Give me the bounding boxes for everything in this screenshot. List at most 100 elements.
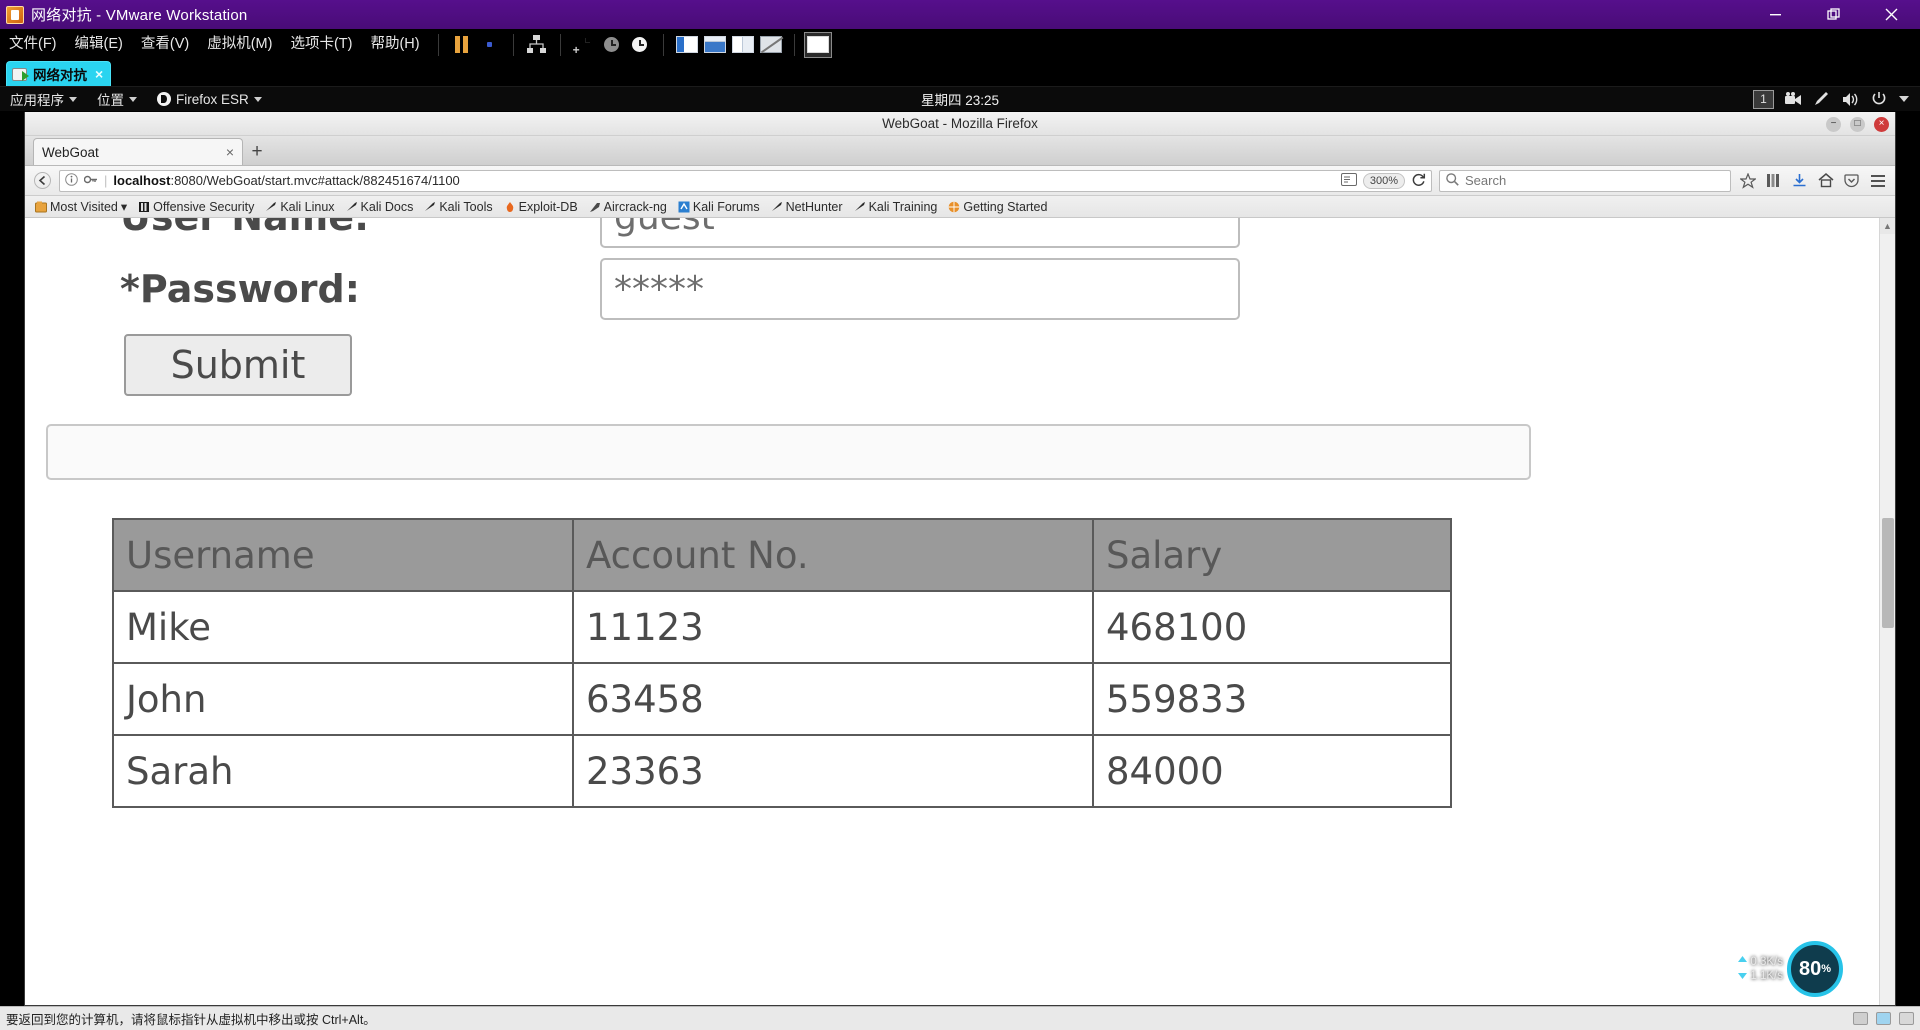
workspace-switcher[interactable]: 1 bbox=[1753, 89, 1774, 109]
close-icon[interactable]: × bbox=[95, 66, 103, 82]
downloads-icon[interactable] bbox=[1790, 171, 1809, 190]
restore-icon[interactable] bbox=[1804, 0, 1862, 29]
username-input[interactable]: guest bbox=[600, 218, 1240, 248]
menu-edit[interactable]: 编辑(E) bbox=[66, 29, 132, 60]
hamburger-menu-icon[interactable] bbox=[1868, 171, 1887, 190]
bookmark-exploit-db[interactable]: Exploit-DB bbox=[500, 197, 582, 217]
key-icon[interactable] bbox=[83, 173, 98, 189]
column-header-username: Username bbox=[112, 518, 574, 592]
submit-button[interactable]: Submit bbox=[124, 334, 352, 396]
usb-icon[interactable] bbox=[1899, 1012, 1914, 1025]
close-icon[interactable]: × bbox=[1874, 116, 1889, 132]
results-table: Username Account No. Salary Mike 11123 4… bbox=[112, 518, 1452, 808]
tab-webgoat[interactable]: WebGoat × bbox=[33, 138, 243, 165]
screen-recorder-icon[interactable] bbox=[1785, 92, 1803, 106]
bookmark-label: Kali Training bbox=[868, 199, 938, 214]
snapshot-take-icon[interactable]: + bbox=[570, 32, 598, 58]
snapshot-revert-icon[interactable] bbox=[598, 32, 626, 58]
password-row: *Password: ***** bbox=[120, 258, 1784, 320]
star-icon[interactable] bbox=[1738, 171, 1757, 190]
volume-icon[interactable] bbox=[1842, 92, 1860, 107]
bookmark-kali-tools[interactable]: Kali Tools bbox=[420, 197, 496, 217]
maximize-icon[interactable]: □ bbox=[1850, 116, 1865, 132]
home-icon[interactable] bbox=[1816, 171, 1835, 190]
url-bar[interactable]: | localhost:8080/WebGoat/start.mvc#attac… bbox=[59, 169, 1432, 192]
back-arrow-icon[interactable] bbox=[33, 171, 52, 190]
hard-disk-icon[interactable] bbox=[1853, 1012, 1868, 1025]
panel-clock[interactable]: 星期四 23:25 bbox=[921, 89, 999, 109]
settings-pen-icon[interactable] bbox=[1814, 91, 1831, 107]
chevron-down-icon bbox=[69, 96, 77, 102]
scroll-up-arrow-icon[interactable]: ▲ bbox=[1880, 218, 1895, 234]
upload-arrow-icon bbox=[1738, 955, 1748, 969]
applications-menu[interactable]: 应用程序 bbox=[0, 87, 87, 112]
search-icon bbox=[1446, 172, 1459, 189]
close-icon[interactable]: × bbox=[226, 144, 234, 160]
bookmark-kali-forums[interactable]: Kali Forums bbox=[674, 197, 764, 217]
pause-icon[interactable] bbox=[448, 32, 476, 58]
new-tab-button[interactable]: + bbox=[243, 138, 271, 165]
firefox-window-button[interactable]: Firefox ESR bbox=[147, 87, 272, 112]
username-row: User Name: guest bbox=[120, 218, 1784, 248]
cell-account-no: 23363 bbox=[572, 734, 1094, 808]
zoom-level-indicator[interactable]: 300% bbox=[1362, 172, 1405, 189]
vmware-menubar: 文件(F) 编辑(E) 查看(V) 虚拟机(M) 选项卡(T) 帮助(H) + bbox=[0, 29, 1920, 60]
webgoat-lesson-area: User Name: guest *Password: ***** Submit bbox=[25, 218, 1879, 1005]
reader-mode-icon[interactable] bbox=[1340, 172, 1357, 189]
table-row: Mike 11123 468100 bbox=[112, 590, 1452, 664]
bookmark-kali-docs[interactable]: Kali Docs bbox=[342, 197, 418, 217]
pocket-icon[interactable] bbox=[1842, 171, 1861, 190]
view-console-icon[interactable] bbox=[729, 32, 757, 58]
menu-vm[interactable]: 虚拟机(M) bbox=[198, 29, 281, 60]
network-adapter-icon[interactable] bbox=[1876, 1012, 1891, 1025]
menu-file[interactable]: 文件(F) bbox=[0, 29, 66, 60]
page-scrollbar-vertical[interactable]: ▲ bbox=[1879, 218, 1895, 1005]
bookmark-most-visited[interactable]: Most Visited ▾ bbox=[31, 197, 131, 217]
record-dot-icon[interactable] bbox=[476, 32, 504, 58]
scrollbar-thumb[interactable] bbox=[1882, 518, 1894, 628]
firefox-navbar: | localhost:8080/WebGoat/start.mvc#attac… bbox=[25, 166, 1895, 196]
network-editor-icon[interactable] bbox=[523, 32, 551, 58]
view-none-icon[interactable] bbox=[757, 32, 785, 58]
search-input[interactable]: Search bbox=[1439, 169, 1731, 192]
dragon-icon bbox=[771, 201, 783, 213]
bookmark-aircrack-ng[interactable]: Aircrack-ng bbox=[585, 197, 671, 217]
sql-injection-login-form: User Name: guest *Password: ***** Submit bbox=[46, 218, 1784, 878]
bookmark-getting-started[interactable]: Getting Started bbox=[944, 197, 1051, 217]
bookmark-kali-linux[interactable]: Kali Linux bbox=[261, 197, 338, 217]
vmware-app-icon bbox=[6, 5, 24, 24]
bookmarks-toolbar: Most Visited ▾ Offensive Security Kali L… bbox=[25, 196, 1895, 218]
column-header-salary: Salary bbox=[1092, 518, 1452, 592]
places-menu[interactable]: 位置 bbox=[87, 87, 147, 112]
close-icon[interactable] bbox=[1862, 0, 1920, 29]
minimize-icon[interactable] bbox=[1746, 0, 1804, 29]
password-input[interactable]: ***** bbox=[600, 258, 1240, 320]
chevron-down-icon[interactable] bbox=[1898, 95, 1910, 103]
minimize-icon[interactable]: − bbox=[1826, 116, 1841, 132]
vmware-statusbar: 要返回到您的计算机，请将鼠标指针从虚拟机中移出或按 Ctrl+Alt。 bbox=[0, 1006, 1920, 1030]
webgoat-lesson-content: User Name: guest *Password: ***** Submit bbox=[25, 218, 1879, 878]
vm-tab-network-confrontation[interactable]: 网络对抗 × bbox=[6, 61, 112, 86]
page-info-icon[interactable] bbox=[65, 172, 78, 189]
cell-username: Mike bbox=[112, 590, 574, 664]
cell-account-no: 11123 bbox=[572, 590, 1094, 664]
menu-tabs[interactable]: 选项卡(T) bbox=[281, 29, 361, 60]
feather-icon bbox=[589, 201, 601, 213]
bookmark-nethunter[interactable]: NetHunter bbox=[767, 197, 847, 217]
fullscreen-icon[interactable] bbox=[803, 31, 832, 58]
power-icon[interactable] bbox=[1871, 91, 1887, 107]
view-thumbnail-icon[interactable] bbox=[701, 32, 729, 58]
bookmark-offensive-security[interactable]: Offensive Security bbox=[134, 197, 258, 217]
library-icon[interactable] bbox=[1764, 171, 1783, 190]
url-text[interactable]: localhost:8080/WebGoat/start.mvc#attack/… bbox=[113, 173, 1334, 188]
snapshot-manager-icon[interactable] bbox=[626, 32, 654, 58]
toolbar-separator bbox=[437, 33, 439, 56]
view-sidebar-icon[interactable] bbox=[673, 32, 701, 58]
menu-help[interactable]: 帮助(H) bbox=[361, 29, 428, 60]
bookmark-label: Offensive Security bbox=[153, 199, 255, 214]
reload-icon[interactable] bbox=[1411, 172, 1426, 190]
toolbar-separator bbox=[793, 33, 795, 56]
globe-icon bbox=[948, 201, 960, 213]
menu-view[interactable]: 查看(V) bbox=[132, 29, 198, 60]
bookmark-kali-training[interactable]: Kali Training bbox=[850, 197, 942, 217]
